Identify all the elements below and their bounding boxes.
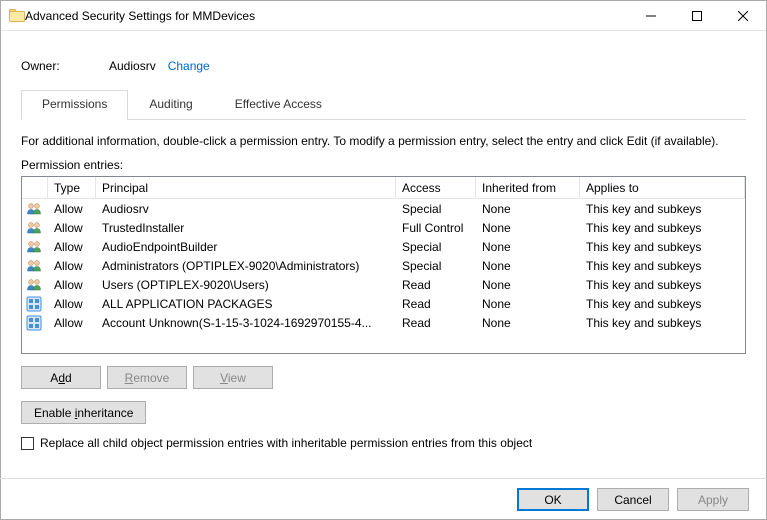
col-inherited[interactable]: Inherited from xyxy=(476,177,580,198)
remove-button[interactable]: Remove xyxy=(107,366,187,389)
cell-principal: ALL APPLICATION PACKAGES xyxy=(96,297,396,311)
tab-auditing[interactable]: Auditing xyxy=(128,90,213,120)
col-applies[interactable]: Applies to xyxy=(580,177,745,198)
cell-inherited: None xyxy=(476,221,580,235)
cell-applies: This key and subkeys xyxy=(580,297,745,311)
cell-principal: Users (OPTIPLEX-9020\Users) xyxy=(96,278,396,292)
cell-access: Read xyxy=(396,278,476,292)
window-title: Advanced Security Settings for MMDevices xyxy=(25,9,255,23)
cell-applies: This key and subkeys xyxy=(580,278,745,292)
entries-label: Permission entries: xyxy=(21,158,746,176)
replace-children-label: Replace all child object permission entr… xyxy=(40,436,532,450)
users-icon xyxy=(26,239,44,255)
cell-type: Allow xyxy=(48,240,96,254)
cell-inherited: None xyxy=(476,240,580,254)
maximize-button[interactable] xyxy=(674,1,720,31)
permissions-grid[interactable]: Type Principal Access Inherited from App… xyxy=(21,176,746,354)
cell-applies: This key and subkeys xyxy=(580,221,745,235)
owner-name: Audiosrv xyxy=(109,59,156,73)
cell-applies: This key and subkeys xyxy=(580,202,745,216)
tabstrip: Permissions Auditing Effective Access xyxy=(21,89,746,120)
cell-inherited: None xyxy=(476,297,580,311)
users-icon xyxy=(26,258,44,274)
cell-principal: Account Unknown(S-1-15-3-1024-1692970155… xyxy=(96,316,396,330)
cell-access: Full Control xyxy=(396,221,476,235)
table-row[interactable]: AllowAccount Unknown(S-1-15-3-1024-16929… xyxy=(22,313,745,332)
apply-button[interactable]: Apply xyxy=(677,488,749,511)
table-row[interactable]: AllowAudiosrvSpecialNoneThis key and sub… xyxy=(22,199,745,218)
cell-type: Allow xyxy=(48,297,96,311)
table-row[interactable]: AllowAudioEndpointBuilderSpecialNoneThis… xyxy=(22,237,745,256)
cell-access: Read xyxy=(396,316,476,330)
replace-children-checkbox[interactable] xyxy=(21,437,34,450)
cell-access: Read xyxy=(396,297,476,311)
cell-type: Allow xyxy=(48,259,96,273)
cell-type: Allow xyxy=(48,202,96,216)
cell-inherited: None xyxy=(476,259,580,273)
cell-applies: This key and subkeys xyxy=(580,259,745,273)
app-package-icon xyxy=(26,296,44,312)
cell-inherited: None xyxy=(476,278,580,292)
cell-principal: Audiosrv xyxy=(96,202,396,216)
col-access[interactable]: Access xyxy=(396,177,476,198)
cell-access: Special xyxy=(396,240,476,254)
dialog-content: Owner: Audiosrv Change Permissions Audit… xyxy=(1,31,766,462)
col-type[interactable]: Type xyxy=(48,177,96,198)
cell-inherited: None xyxy=(476,316,580,330)
cell-type: Allow xyxy=(48,316,96,330)
grid-header: Type Principal Access Inherited from App… xyxy=(22,177,745,199)
add-button[interactable]: Add xyxy=(21,366,101,389)
table-row[interactable]: AllowUsers (OPTIPLEX-9020\Users)ReadNone… xyxy=(22,275,745,294)
view-button[interactable]: View xyxy=(193,366,273,389)
users-icon xyxy=(26,220,44,236)
change-owner-link[interactable]: Change xyxy=(168,59,210,73)
cell-access: Special xyxy=(396,202,476,216)
table-row[interactable]: AllowALL APPLICATION PACKAGESReadNoneThi… xyxy=(22,294,745,313)
cell-type: Allow xyxy=(48,221,96,235)
table-row[interactable]: AllowTrustedInstallerFull ControlNoneThi… xyxy=(22,218,745,237)
cell-principal: Administrators (OPTIPLEX-9020\Administra… xyxy=(96,259,396,273)
cell-inherited: None xyxy=(476,202,580,216)
cell-applies: This key and subkeys xyxy=(580,240,745,254)
close-button[interactable] xyxy=(720,1,766,31)
cell-principal: AudioEndpointBuilder xyxy=(96,240,396,254)
col-principal[interactable]: Principal xyxy=(96,177,396,198)
cell-principal: TrustedInstaller xyxy=(96,221,396,235)
minimize-button[interactable] xyxy=(628,1,674,31)
app-package-icon xyxy=(26,315,44,331)
table-row[interactable]: AllowAdministrators (OPTIPLEX-9020\Admin… xyxy=(22,256,745,275)
cell-access: Special xyxy=(396,259,476,273)
dialog-footer: OK Cancel Apply xyxy=(0,478,767,520)
cell-type: Allow xyxy=(48,278,96,292)
tab-permissions[interactable]: Permissions xyxy=(21,90,128,120)
users-icon xyxy=(26,201,44,217)
owner-row: Owner: Audiosrv Change xyxy=(21,45,746,89)
owner-label: Owner: xyxy=(21,59,109,73)
enable-inheritance-button[interactable]: Enable inheritance xyxy=(21,401,146,424)
users-icon xyxy=(26,277,44,293)
cancel-button[interactable]: Cancel xyxy=(597,488,669,511)
tab-effective-access[interactable]: Effective Access xyxy=(214,90,343,120)
instructions-text: For additional information, double-click… xyxy=(21,120,746,158)
cell-applies: This key and subkeys xyxy=(580,316,745,330)
ok-button[interactable]: OK xyxy=(517,488,589,511)
titlebar: Advanced Security Settings for MMDevices xyxy=(1,1,766,31)
folder-icon xyxy=(9,8,25,24)
